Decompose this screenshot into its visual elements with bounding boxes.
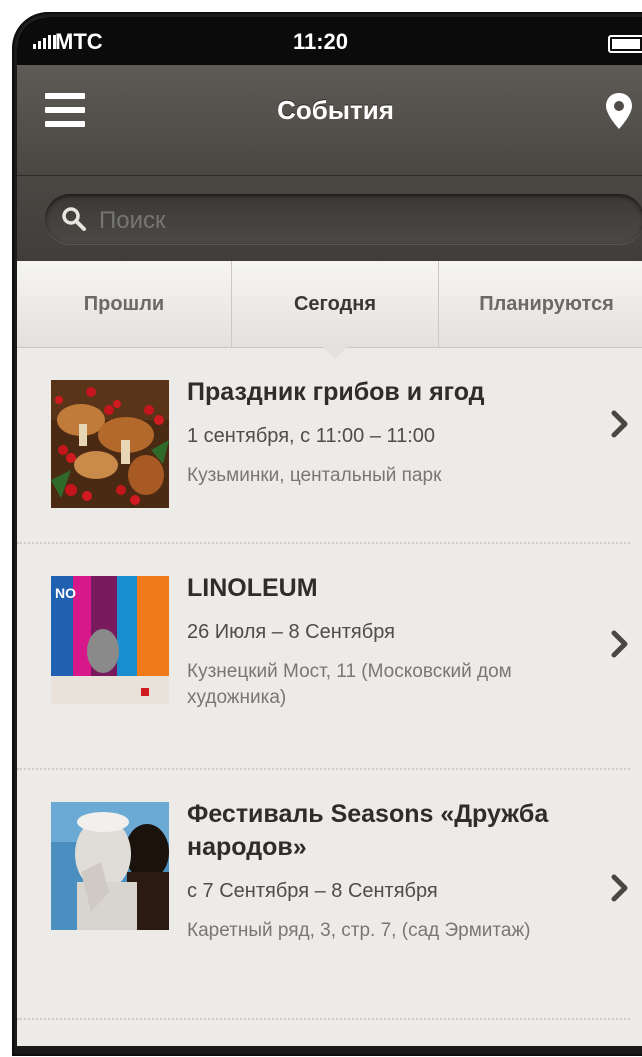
phone-frame: МТС 11:20 События Поиск Прошли Сегодня П… (14, 14, 642, 1054)
screen: МТС 11:20 События Поиск Прошли Сегодня П… (17, 17, 642, 1046)
status-time: 11:20 (292, 29, 349, 54)
event-thumbnail (51, 380, 169, 508)
event-place: Каретный ряд, 3, стр. 7, (сад Эрмитаж) (187, 920, 531, 941)
event-body: Праздник грибов и ягод 1 сентября, с 11:… (187, 376, 560, 489)
chevron-right-icon (611, 410, 628, 438)
chevron-right-icon (611, 630, 628, 658)
event-place: Кузнецкий Мост, 11 (Московский дом худож… (187, 661, 512, 708)
event-item-mushroom-festival[interactable]: Праздник грибов и ягод 1 сентября, с 11:… (17, 348, 630, 544)
tab-today[interactable]: Сегодня (232, 261, 439, 359)
search-icon (62, 207, 86, 231)
tab-planned[interactable]: Планируются (439, 261, 642, 347)
event-date: с 7 Сентября – 8 Сентября (187, 880, 438, 902)
page-title: События (277, 95, 394, 125)
svg-text:NO: NO (55, 585, 76, 601)
event-thumbnail: NO (51, 576, 169, 704)
location-pin-icon[interactable] (604, 91, 634, 131)
tab-bar: Прошли Сегодня Планируются (17, 261, 642, 359)
search-field[interactable] (45, 194, 642, 244)
event-item-seasons-festival[interactable]: Фестиваль Seasons «Дружба народов» с 7 С… (17, 770, 630, 1020)
battery-icon (608, 35, 642, 53)
event-title: Праздник грибов и ягод (187, 378, 485, 406)
status-bar: МТС 11:20 (17, 17, 642, 65)
event-body: LINOLEUM 26 Июля – 8 Сентября Кузнецкий … (187, 572, 560, 711)
event-date: 26 Июля – 8 Сентября (187, 621, 395, 643)
tab-past[interactable]: Прошли (17, 261, 232, 347)
navigation-bar: События (17, 65, 642, 176)
event-item-linoleum[interactable]: NO LINOLEUM 26 Июля – 8 Сентября Кузнецк… (17, 544, 630, 770)
event-place: Кузьминки, центальный парк (187, 465, 442, 486)
event-thumbnail (51, 802, 169, 930)
event-date: 1 сентября, с 11:00 – 11:00 (187, 425, 436, 447)
search-input[interactable] (97, 206, 501, 236)
event-list: Праздник грибов и ягод 1 сентября, с 11:… (17, 348, 642, 1020)
search-bar (17, 176, 642, 261)
chevron-right-icon (611, 874, 628, 902)
event-body: Фестиваль Seasons «Дружба народов» с 7 С… (187, 798, 560, 944)
event-title: Фестиваль Seasons «Дружба народов» (187, 800, 549, 861)
event-title: LINOLEUM (187, 574, 318, 602)
